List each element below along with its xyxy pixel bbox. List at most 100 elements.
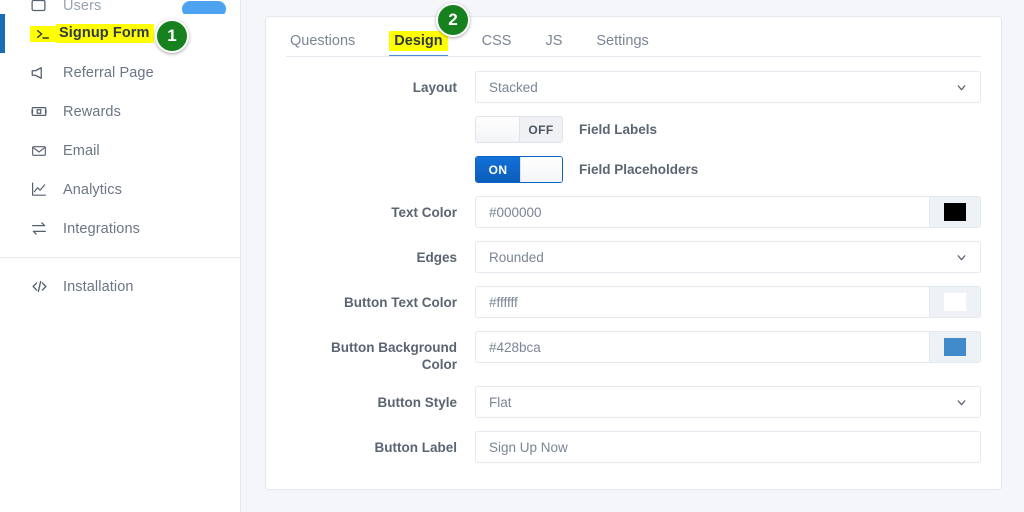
layout-control: Stacked — [475, 71, 981, 103]
field-labels-control: OFF Field Labels — [475, 116, 981, 143]
sidebar-item-rewards[interactable]: Rewards — [0, 92, 240, 131]
callout-badge-2: 2 — [436, 3, 470, 37]
sidebar-item-installation[interactable]: Installation — [0, 267, 240, 306]
toggle-knob — [520, 157, 562, 182]
edges-value: Rounded — [489, 249, 544, 265]
button-text-color-control: #ffffff — [475, 286, 981, 318]
button-style-value: Flat — [489, 394, 512, 410]
field-placeholders-toggle[interactable]: ON — [475, 156, 563, 183]
sidebar: Users Signup Form Referral Page Rewards … — [0, 0, 241, 512]
label-line-1: Button Background — [331, 340, 457, 355]
text-color-label: Text Color — [391, 205, 457, 220]
chevron-down-icon — [955, 396, 968, 409]
active-indicator-bar — [0, 14, 5, 53]
tab-questions[interactable]: Questions — [290, 33, 355, 57]
field-placeholders-label: Field Placeholders — [579, 162, 699, 177]
tab-label: Design — [389, 31, 448, 51]
sidebar-divider — [0, 257, 240, 258]
button-text-color-swatch-button[interactable] — [929, 286, 981, 318]
tab-label: Settings — [596, 33, 649, 49]
button-background-color-value: #428bca — [489, 339, 541, 355]
row-button-label: Button Label Sign Up Now — [286, 431, 981, 463]
sidebar-item-analytics[interactable]: Analytics — [0, 170, 240, 209]
field-labels-state: OFF — [520, 117, 562, 142]
sidebar-item-referral-page[interactable]: Referral Page — [0, 53, 240, 92]
text-color-input[interactable]: #000000 — [475, 196, 929, 228]
tab-bar-underline — [286, 56, 981, 57]
button-background-color-swatch-button[interactable] — [929, 331, 981, 363]
text-color-value: #000000 — [489, 204, 542, 220]
edges-select[interactable]: Rounded — [475, 241, 981, 273]
megaphone-icon — [30, 64, 54, 82]
button-text-color-value: #ffffff — [489, 294, 518, 310]
label-line-2: Color — [421, 357, 457, 372]
color-swatch — [944, 293, 966, 311]
tab-css[interactable]: CSS — [482, 33, 512, 57]
sidebar-item-label: Analytics — [63, 181, 122, 198]
sidebar-item-label: Integrations — [63, 220, 140, 237]
row-button-style: Button Style Flat — [286, 386, 981, 418]
button-background-color-input[interactable]: #428bca — [475, 331, 929, 363]
envelope-icon — [30, 143, 54, 159]
button-label-value: Sign Up Now — [489, 439, 568, 455]
sidebar-item-integrations[interactable]: Integrations — [0, 209, 240, 248]
field-placeholders-spacer — [286, 156, 475, 164]
button-text-color-label: Button Text Color — [344, 295, 457, 310]
field-placeholders-state: ON — [476, 157, 520, 182]
chevron-down-icon — [955, 81, 968, 94]
row-field-placeholders: ON Field Placeholders — [286, 156, 981, 183]
button-style-control: Flat — [475, 386, 981, 418]
text-color-group: #000000 — [475, 196, 981, 228]
color-swatch — [944, 338, 966, 356]
color-swatch — [944, 203, 966, 221]
callout-badge-1: 1 — [155, 19, 189, 53]
transfer-arrows-icon — [30, 220, 54, 237]
sidebar-item-label: Rewards — [63, 103, 121, 120]
design-settings-card: Questions Design CSS JS Settings Layout … — [265, 16, 1002, 490]
row-button-text-color: Button Text Color #ffffff — [286, 286, 981, 318]
field-labels-label: Field Labels — [579, 122, 658, 137]
button-background-color-group: #428bca — [475, 331, 981, 363]
sidebar-item-email[interactable]: Email — [0, 131, 240, 170]
field-placeholders-control: ON Field Placeholders — [475, 156, 981, 183]
field-labels-toggle[interactable]: OFF — [475, 116, 563, 143]
field-labels-spacer — [286, 116, 475, 124]
chevron-down-icon — [955, 251, 968, 264]
gift-box-icon — [30, 103, 54, 120]
sidebar-item-users[interactable]: Users — [0, 0, 240, 14]
layout-select[interactable]: Stacked — [475, 71, 981, 103]
button-label-input[interactable]: Sign Up Now — [475, 431, 981, 463]
tab-design[interactable]: Design — [389, 31, 448, 57]
edges-label: Edges — [416, 250, 457, 265]
text-color-control: #000000 — [475, 196, 981, 228]
users-icon — [30, 0, 54, 14]
row-edges: Edges Rounded — [286, 241, 981, 273]
layout-label: Layout — [412, 80, 457, 95]
sidebar-item-label: Signup Form — [56, 24, 154, 43]
app-root: Users Signup Form Referral Page Rewards … — [0, 0, 1024, 512]
button-label-label: Button Label — [374, 440, 458, 455]
row-text-color: Text Color #000000 — [286, 196, 981, 228]
sidebar-item-label: Installation — [63, 278, 134, 295]
button-text-color-group: #ffffff — [475, 286, 981, 318]
tab-bar: Questions Design CSS JS Settings — [266, 17, 1001, 57]
button-text-color-input[interactable]: #ffffff — [475, 286, 929, 318]
sidebar-item-signup-form[interactable]: Signup Form — [0, 14, 240, 53]
tab-label: JS — [545, 33, 563, 49]
users-badge[interactable] — [182, 1, 226, 14]
button-style-select[interactable]: Flat — [475, 386, 981, 418]
row-button-background-color: Button Background Color #428bca — [286, 331, 981, 373]
button-background-color-label: Button Background Color — [286, 331, 475, 373]
tab-label: Questions — [290, 33, 356, 49]
toggle-knob — [476, 117, 520, 142]
button-style-label: Button Style — [377, 395, 458, 410]
tab-settings[interactable]: Settings — [596, 33, 648, 57]
button-label-control: Sign Up Now — [475, 431, 981, 463]
terminal-prompt-icon — [30, 25, 56, 42]
row-field-labels: OFF Field Labels — [286, 116, 981, 143]
edges-control: Rounded — [475, 241, 981, 273]
tab-js[interactable]: JS — [545, 33, 562, 57]
row-layout: Layout Stacked — [286, 71, 981, 103]
text-color-swatch-button[interactable] — [929, 196, 981, 228]
tab-label: CSS — [481, 33, 512, 49]
